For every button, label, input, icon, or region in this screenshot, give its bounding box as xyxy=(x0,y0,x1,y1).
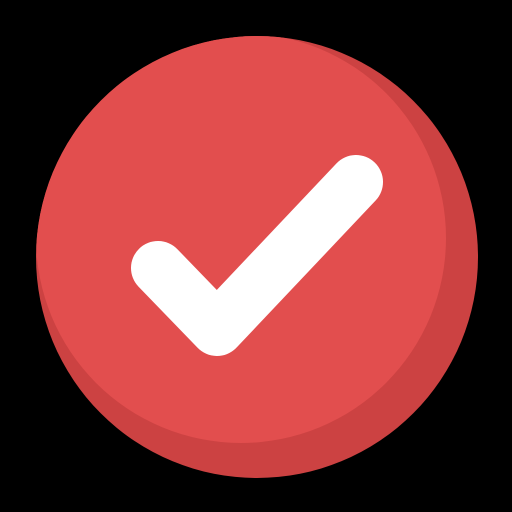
icon-canvas xyxy=(0,0,512,512)
check-circle-icon xyxy=(36,36,478,478)
circle-face xyxy=(36,36,446,443)
